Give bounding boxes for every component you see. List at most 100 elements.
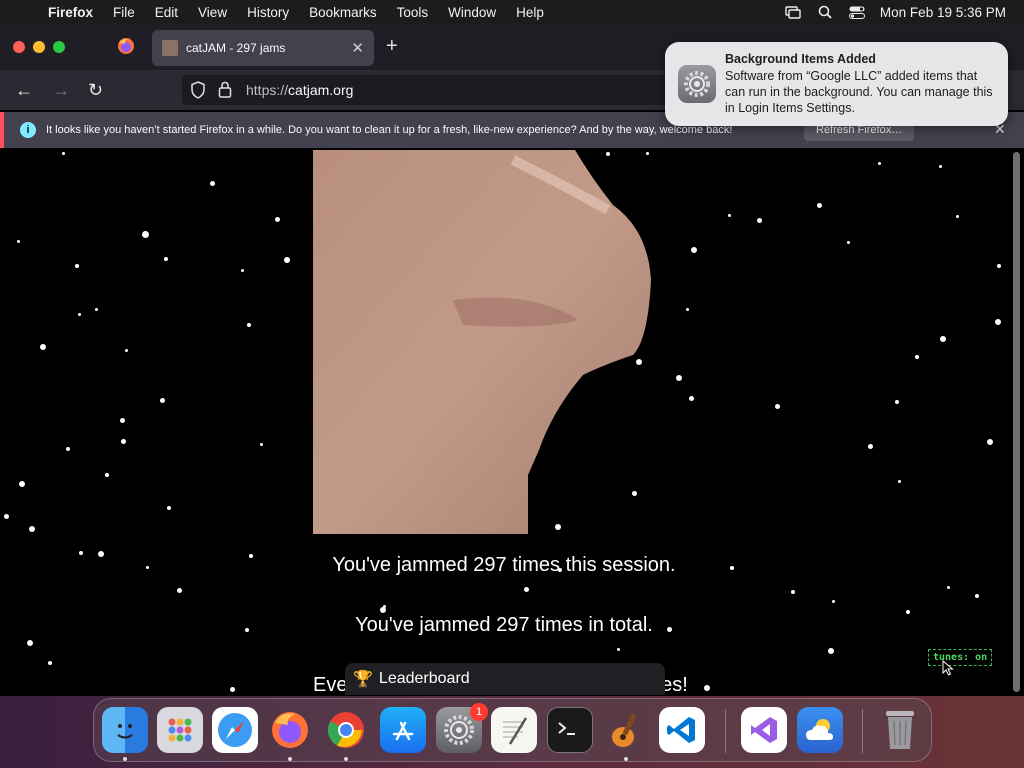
app-store-icon[interactable]	[380, 707, 426, 753]
leaderboard-button[interactable]: 🏆 Leaderboard	[345, 663, 665, 695]
star-dot	[817, 203, 822, 208]
star-dot	[828, 648, 834, 654]
running-indicator	[123, 757, 127, 761]
star-dot	[995, 319, 1001, 325]
mouse-cursor-icon	[942, 660, 954, 676]
menu-file[interactable]: File	[103, 5, 145, 20]
star-dot	[105, 473, 109, 477]
star-dot	[868, 444, 873, 449]
zoom-window-button[interactable]	[53, 41, 65, 53]
partial-text-start: Eve	[313, 674, 348, 696]
menu-help[interactable]: Help	[506, 5, 554, 20]
star-dot	[247, 323, 251, 327]
notification-title: Background Items Added	[725, 52, 876, 66]
url-bar[interactable]: https:// catjam.org	[182, 75, 682, 105]
catjam-cat-image	[313, 150, 651, 534]
star-dot	[997, 264, 1001, 268]
star-dot	[947, 586, 950, 589]
url-host: catjam.org	[288, 82, 354, 98]
star-dot	[230, 687, 235, 692]
tab-title: catJAM - 297 jams	[186, 41, 286, 55]
star-dot	[120, 418, 125, 423]
dock-separator-trash	[862, 709, 863, 753]
star-dot	[939, 165, 942, 168]
system-settings-icon[interactable]: 1	[436, 703, 488, 753]
screen-mirroring-icon[interactable]	[784, 5, 802, 19]
page-scrollbar[interactable]	[1013, 152, 1020, 692]
star-dot	[691, 247, 697, 253]
star-dot	[4, 514, 9, 519]
star-dot	[878, 162, 881, 165]
launchpad-icon[interactable]	[157, 707, 203, 753]
tunes-toggle[interactable]: tunes: on	[928, 649, 993, 666]
tab-catjam[interactable]: catJAM - 297 jams ✕	[152, 30, 374, 66]
star-dot	[689, 396, 694, 401]
star-dot	[915, 355, 919, 359]
new-tab-icon[interactable]: +	[386, 36, 398, 56]
close-window-button[interactable]	[13, 41, 25, 53]
star-dot	[62, 152, 65, 155]
chrome-icon[interactable]	[323, 707, 369, 753]
menu-edit[interactable]: Edit	[145, 5, 188, 20]
firefox-icon[interactable]	[267, 707, 313, 753]
star-dot	[275, 217, 280, 222]
url-scheme: https://	[246, 82, 289, 98]
menu-bookmarks[interactable]: Bookmarks	[299, 5, 387, 20]
trophy-icon: 🏆	[353, 671, 373, 688]
star-dot	[121, 439, 126, 444]
garageband-icon[interactable]	[603, 707, 649, 753]
terminal-icon[interactable]	[547, 707, 593, 753]
weather-icon[interactable]	[797, 707, 843, 753]
tracking-protection-shield-icon[interactable]	[190, 81, 208, 99]
star-dot	[975, 594, 979, 598]
notification-body: Software from “Google LLC” added items t…	[725, 69, 993, 115]
spotlight-search-icon[interactable]	[816, 5, 834, 19]
visual-studio-icon[interactable]	[741, 707, 787, 753]
star-dot	[686, 308, 689, 311]
menu-window[interactable]: Window	[438, 5, 506, 20]
menu-tools[interactable]: Tools	[387, 5, 439, 20]
star-dot	[78, 313, 81, 316]
finder-icon[interactable]	[102, 707, 148, 753]
menu-app-name[interactable]: Firefox	[38, 5, 103, 20]
star-dot	[898, 480, 901, 483]
background-items-notification[interactable]: Background Items Added Software from “Go…	[665, 42, 1008, 126]
star-dot	[66, 447, 70, 451]
notification-badge: 1	[470, 703, 488, 721]
info-icon: i	[20, 122, 36, 138]
star-dot	[260, 443, 263, 446]
dock-separator	[725, 709, 726, 753]
running-indicator	[344, 757, 348, 761]
star-dot	[164, 257, 168, 261]
lock-icon[interactable]	[218, 81, 236, 99]
star-dot	[895, 400, 899, 404]
minimize-window-button[interactable]	[33, 41, 45, 53]
leaderboard-label: Leaderboard	[378, 670, 470, 687]
menu-view[interactable]: View	[188, 5, 237, 20]
menu-history[interactable]: History	[237, 5, 299, 20]
vscode-icon[interactable]	[659, 707, 705, 753]
star-dot	[19, 481, 25, 487]
trash-icon[interactable]	[877, 707, 923, 753]
close-tab-icon[interactable]: ✕	[351, 39, 364, 57]
star-dot	[142, 231, 149, 238]
star-dot	[75, 264, 79, 268]
control-center-icon[interactable]	[848, 5, 866, 19]
menubar-clock[interactable]: Mon Feb 19 5:36 PM	[880, 5, 1006, 20]
page-content: You've jammed 297 times this session. Yo…	[0, 150, 1024, 696]
menubar: Firefox File Edit View History Bookmarks…	[0, 0, 1024, 24]
settings-gear-icon	[678, 65, 716, 103]
firefox-pinned-tab-icon[interactable]	[116, 36, 136, 56]
back-arrow-icon[interactable]: ←	[15, 80, 33, 100]
safari-icon[interactable]	[212, 707, 258, 753]
infobar-message: It looks like you haven’t started Firefo…	[46, 124, 733, 136]
reload-icon[interactable]: ↻	[88, 80, 103, 100]
star-dot	[380, 607, 386, 613]
star-dot	[27, 640, 33, 646]
forward-arrow-icon[interactable]: →	[52, 80, 70, 100]
textedit-icon[interactable]	[491, 707, 537, 753]
star-dot	[29, 526, 35, 532]
star-dot	[791, 590, 795, 594]
star-dot	[832, 600, 835, 603]
star-dot	[95, 308, 98, 311]
